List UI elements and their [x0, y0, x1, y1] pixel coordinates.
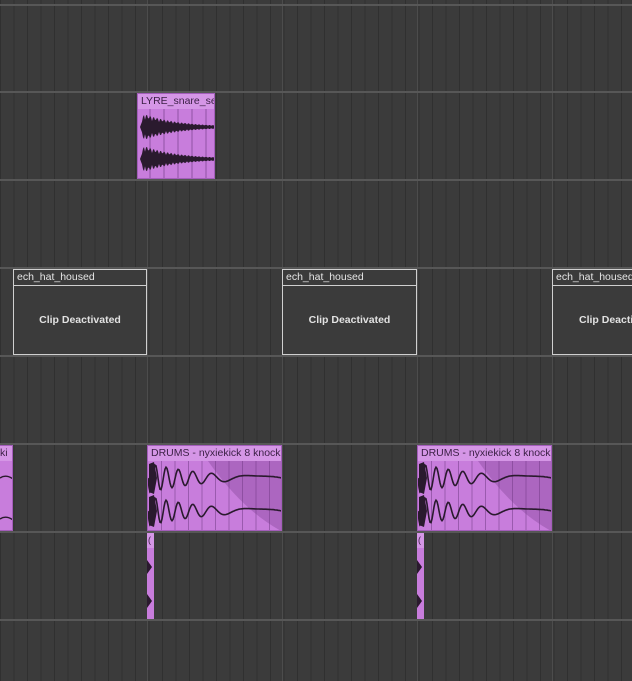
audio-clip-thin[interactable]: ( [147, 533, 154, 619]
track-lane[interactable] [0, 181, 632, 269]
waveform [148, 461, 281, 530]
audio-clip-hat-deactivated[interactable]: ech_hat_housed Clip Deactivated [13, 269, 147, 355]
clip-title: ( [417, 533, 424, 548]
clip-deactivated-label: Clip Deacti [579, 314, 632, 326]
track-lane[interactable] [0, 6, 632, 93]
waveform [418, 461, 551, 530]
audio-clip-drums[interactable]: ki [0, 445, 13, 531]
clip-title: ech_hat_housed [283, 270, 416, 286]
clip-title: ki [0, 446, 12, 461]
waveform [147, 560, 152, 608]
arrangement-view[interactable]: LYRE_snare_ser ech_hat_housed Clip Deact… [0, 0, 632, 681]
audio-clip-drums[interactable]: DRUMS - nyxiekick 8 knocki [417, 445, 552, 531]
track-lane[interactable] [0, 621, 632, 681]
clip-deactivated-label: Clip Deactivated [308, 314, 391, 326]
track-lane[interactable] [0, 533, 632, 621]
clip-deactivated-label: Clip Deactivated [39, 314, 121, 326]
track-lane[interactable] [0, 93, 632, 181]
clip-title: ech_hat_housed [14, 270, 146, 286]
waveform [0, 475, 12, 521]
audio-clip-hat-deactivated[interactable]: ech_hat_housed Clip Deactivated [282, 269, 417, 355]
clip-title: DRUMS - nyxiekick 8 knocki [148, 446, 281, 461]
clip-title: LYRE_snare_ser [138, 94, 214, 109]
track-lane[interactable] [0, 357, 632, 445]
clip-title: ( [147, 533, 154, 548]
waveform [140, 109, 214, 178]
audio-clip-thin[interactable]: ( [417, 533, 424, 619]
audio-clip-snare[interactable]: LYRE_snare_ser [137, 93, 215, 179]
audio-clip-hat-deactivated[interactable]: ech_hat_housed Clip Deacti [552, 269, 632, 355]
clip-title: ech_hat_housed [553, 270, 632, 286]
clip-title: DRUMS - nyxiekick 8 knocki [418, 446, 551, 461]
waveform [417, 560, 422, 608]
audio-clip-drums[interactable]: DRUMS - nyxiekick 8 knocki [147, 445, 282, 531]
